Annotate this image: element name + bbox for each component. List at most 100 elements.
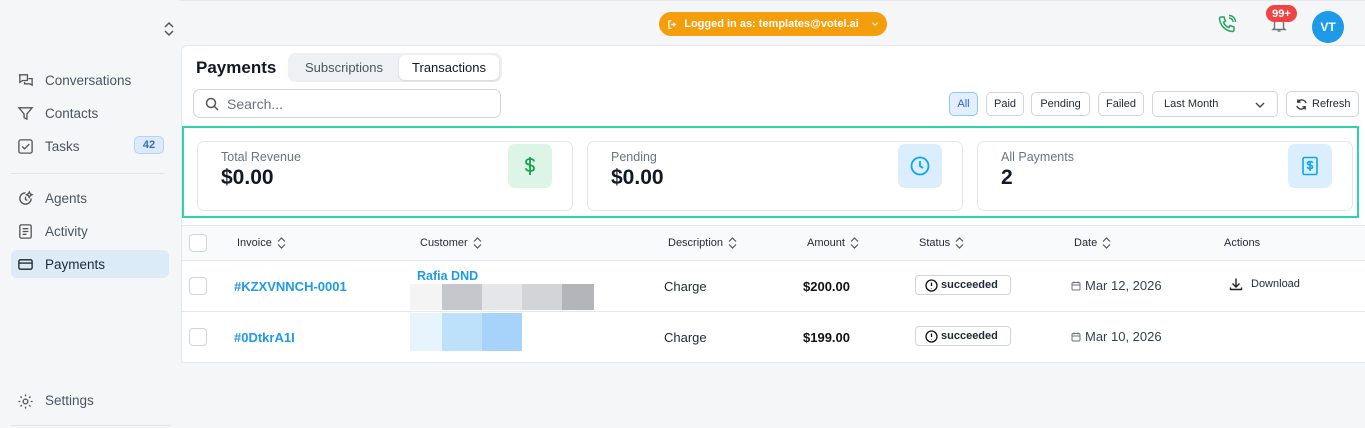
column-header-customer[interactable]: Customer [420,237,482,249]
filter-failed-button[interactable]: Failed [1098,92,1144,116]
settings-label: Settings [45,393,94,408]
sidebar-item-label: Payments [45,256,106,272]
refresh-button[interactable]: Refresh [1286,91,1359,117]
amount-cell: $200.00 [803,279,850,294]
dollar-icon [508,144,552,188]
column-header-label: Actions [1224,237,1261,249]
redacted-block [410,284,442,310]
redacted-block [482,313,522,351]
sidebar-item-activity[interactable]: Activity [11,217,169,245]
card-icon [18,259,33,270]
column-header-date[interactable]: Date [1074,237,1111,249]
stats-section: Total Revenue $0.00 Pending $0.00 All Pa… [182,126,1359,218]
sort-icon [1102,237,1111,249]
column-header-description[interactable]: Description [668,237,737,249]
column-header-status[interactable]: Status [919,237,964,249]
column-header-label: Date [1074,237,1098,249]
phone-icon[interactable] [1217,14,1237,34]
table-row[interactable]: #0DtkrA1I Charge $199.00 succeeded Mar 1… [182,312,1365,363]
date-text: Mar 12, 2026 [1085,278,1162,293]
sidebar: Conversations Contacts Tasks 42 Agents A… [0,0,180,428]
stat-label: Total Revenue [221,150,301,164]
alert-circle-icon [925,330,938,343]
alert-circle-icon [925,279,938,292]
sidebar-divider [11,173,164,174]
sidebar-item-settings[interactable]: Settings [11,387,169,415]
refresh-label: Refresh [1312,98,1351,110]
table-row[interactable]: #KZXVNNCH-0001 Rafia DND Charge $200.00 … [182,261,1365,312]
customer-name[interactable]: Rafia DND [417,269,478,283]
sidebar-item-label: Agents [45,190,88,206]
status-text: succeeded [941,279,998,291]
sidebar-item-payments[interactable]: Payments [11,250,169,278]
sort-icon [277,237,286,249]
download-icon [1229,278,1243,291]
main-panel: Payments Subscriptions Transactions All … [181,45,1365,363]
logout-icon [668,19,677,29]
tab-subscriptions[interactable]: Subscriptions [292,55,396,80]
sidebar-item-label: Contacts [45,105,99,121]
tasks-count-badge: 42 [134,136,164,154]
stat-label: Pending [611,150,657,164]
stat-label: All Payments [1001,150,1074,164]
row-checkbox[interactable] [189,328,207,346]
activity-list-icon [19,224,32,239]
sidebar-item-label: Tasks [45,138,80,154]
sort-icon [955,237,964,249]
chevron-down-icon [1255,102,1265,108]
status-badge: succeeded [915,275,1011,295]
avatar[interactable]: VT [1312,11,1344,43]
agent-icon [19,190,34,205]
stat-card-pending: Pending $0.00 [587,141,963,211]
select-all-checkbox[interactable] [189,234,207,252]
redacted-block [522,284,562,310]
row-checkbox[interactable] [189,277,207,295]
date-text: Mar 10, 2026 [1085,329,1162,344]
sidebar-item-contacts[interactable]: Contacts [11,99,169,127]
column-header-invoice[interactable]: Invoice [237,237,286,249]
refresh-icon [1296,99,1307,110]
column-header-amount[interactable]: Amount [807,237,859,249]
logged-in-pill[interactable]: Logged in as: templates@votel.ai [659,12,887,36]
status-text: succeeded [941,330,998,342]
sidebar-bottom-divider [11,425,171,426]
redacted-block [442,313,482,351]
task-check-icon [18,139,33,154]
column-header-label: Invoice [237,237,272,249]
filter-pending-button[interactable]: Pending [1031,92,1090,116]
sidebar-item-tasks[interactable]: Tasks 42 [11,132,169,160]
topbar: Logged in as: templates@votel.ai 99+ VT [180,0,1365,45]
sidebar-item-label: Activity [45,223,88,239]
chevron-down-icon [871,22,878,27]
stat-card-all-payments: All Payments 2 [977,141,1353,211]
sidebar-item-conversations[interactable]: Conversations [11,66,169,94]
sort-icon [850,237,859,249]
stat-value: $0.00 [221,166,274,189]
download-button[interactable]: Download [1229,277,1300,291]
column-header-label: Status [919,237,951,249]
download-label: Download [1251,278,1300,290]
sidebar-item-label: Conversations [45,72,132,88]
table-header: Invoice Customer Description Amount Stat… [182,225,1365,261]
tab-transactions[interactable]: Transactions [399,55,499,80]
period-select[interactable]: Last Month [1152,91,1278,117]
column-header-label: Amount [807,237,845,249]
sidebar-item-agents[interactable]: Agents [11,184,169,212]
filter-all-button[interactable]: All [949,92,978,116]
logged-in-text: Logged in as: templates@votel.ai [684,18,859,30]
expand-collapse-icon[interactable] [162,21,176,37]
invoice-link[interactable]: #KZXVNNCH-0001 [234,279,347,294]
calendar-icon [1071,281,1081,290]
period-select-value: Last Month [1164,98,1219,110]
app: Conversations Contacts Tasks 42 Agents A… [0,0,1365,428]
search-input[interactable] [227,94,487,114]
redacted-block [410,313,442,351]
chat-icon [18,74,33,87]
search-icon [205,97,219,111]
calendar-icon [1071,332,1081,341]
invoice-link[interactable]: #0DtkrA1I [234,330,295,345]
sort-icon [473,237,482,249]
filter-paid-button[interactable]: Paid [986,92,1024,116]
amount-cell: $199.00 [803,330,850,345]
column-header-actions: Actions [1224,237,1260,249]
